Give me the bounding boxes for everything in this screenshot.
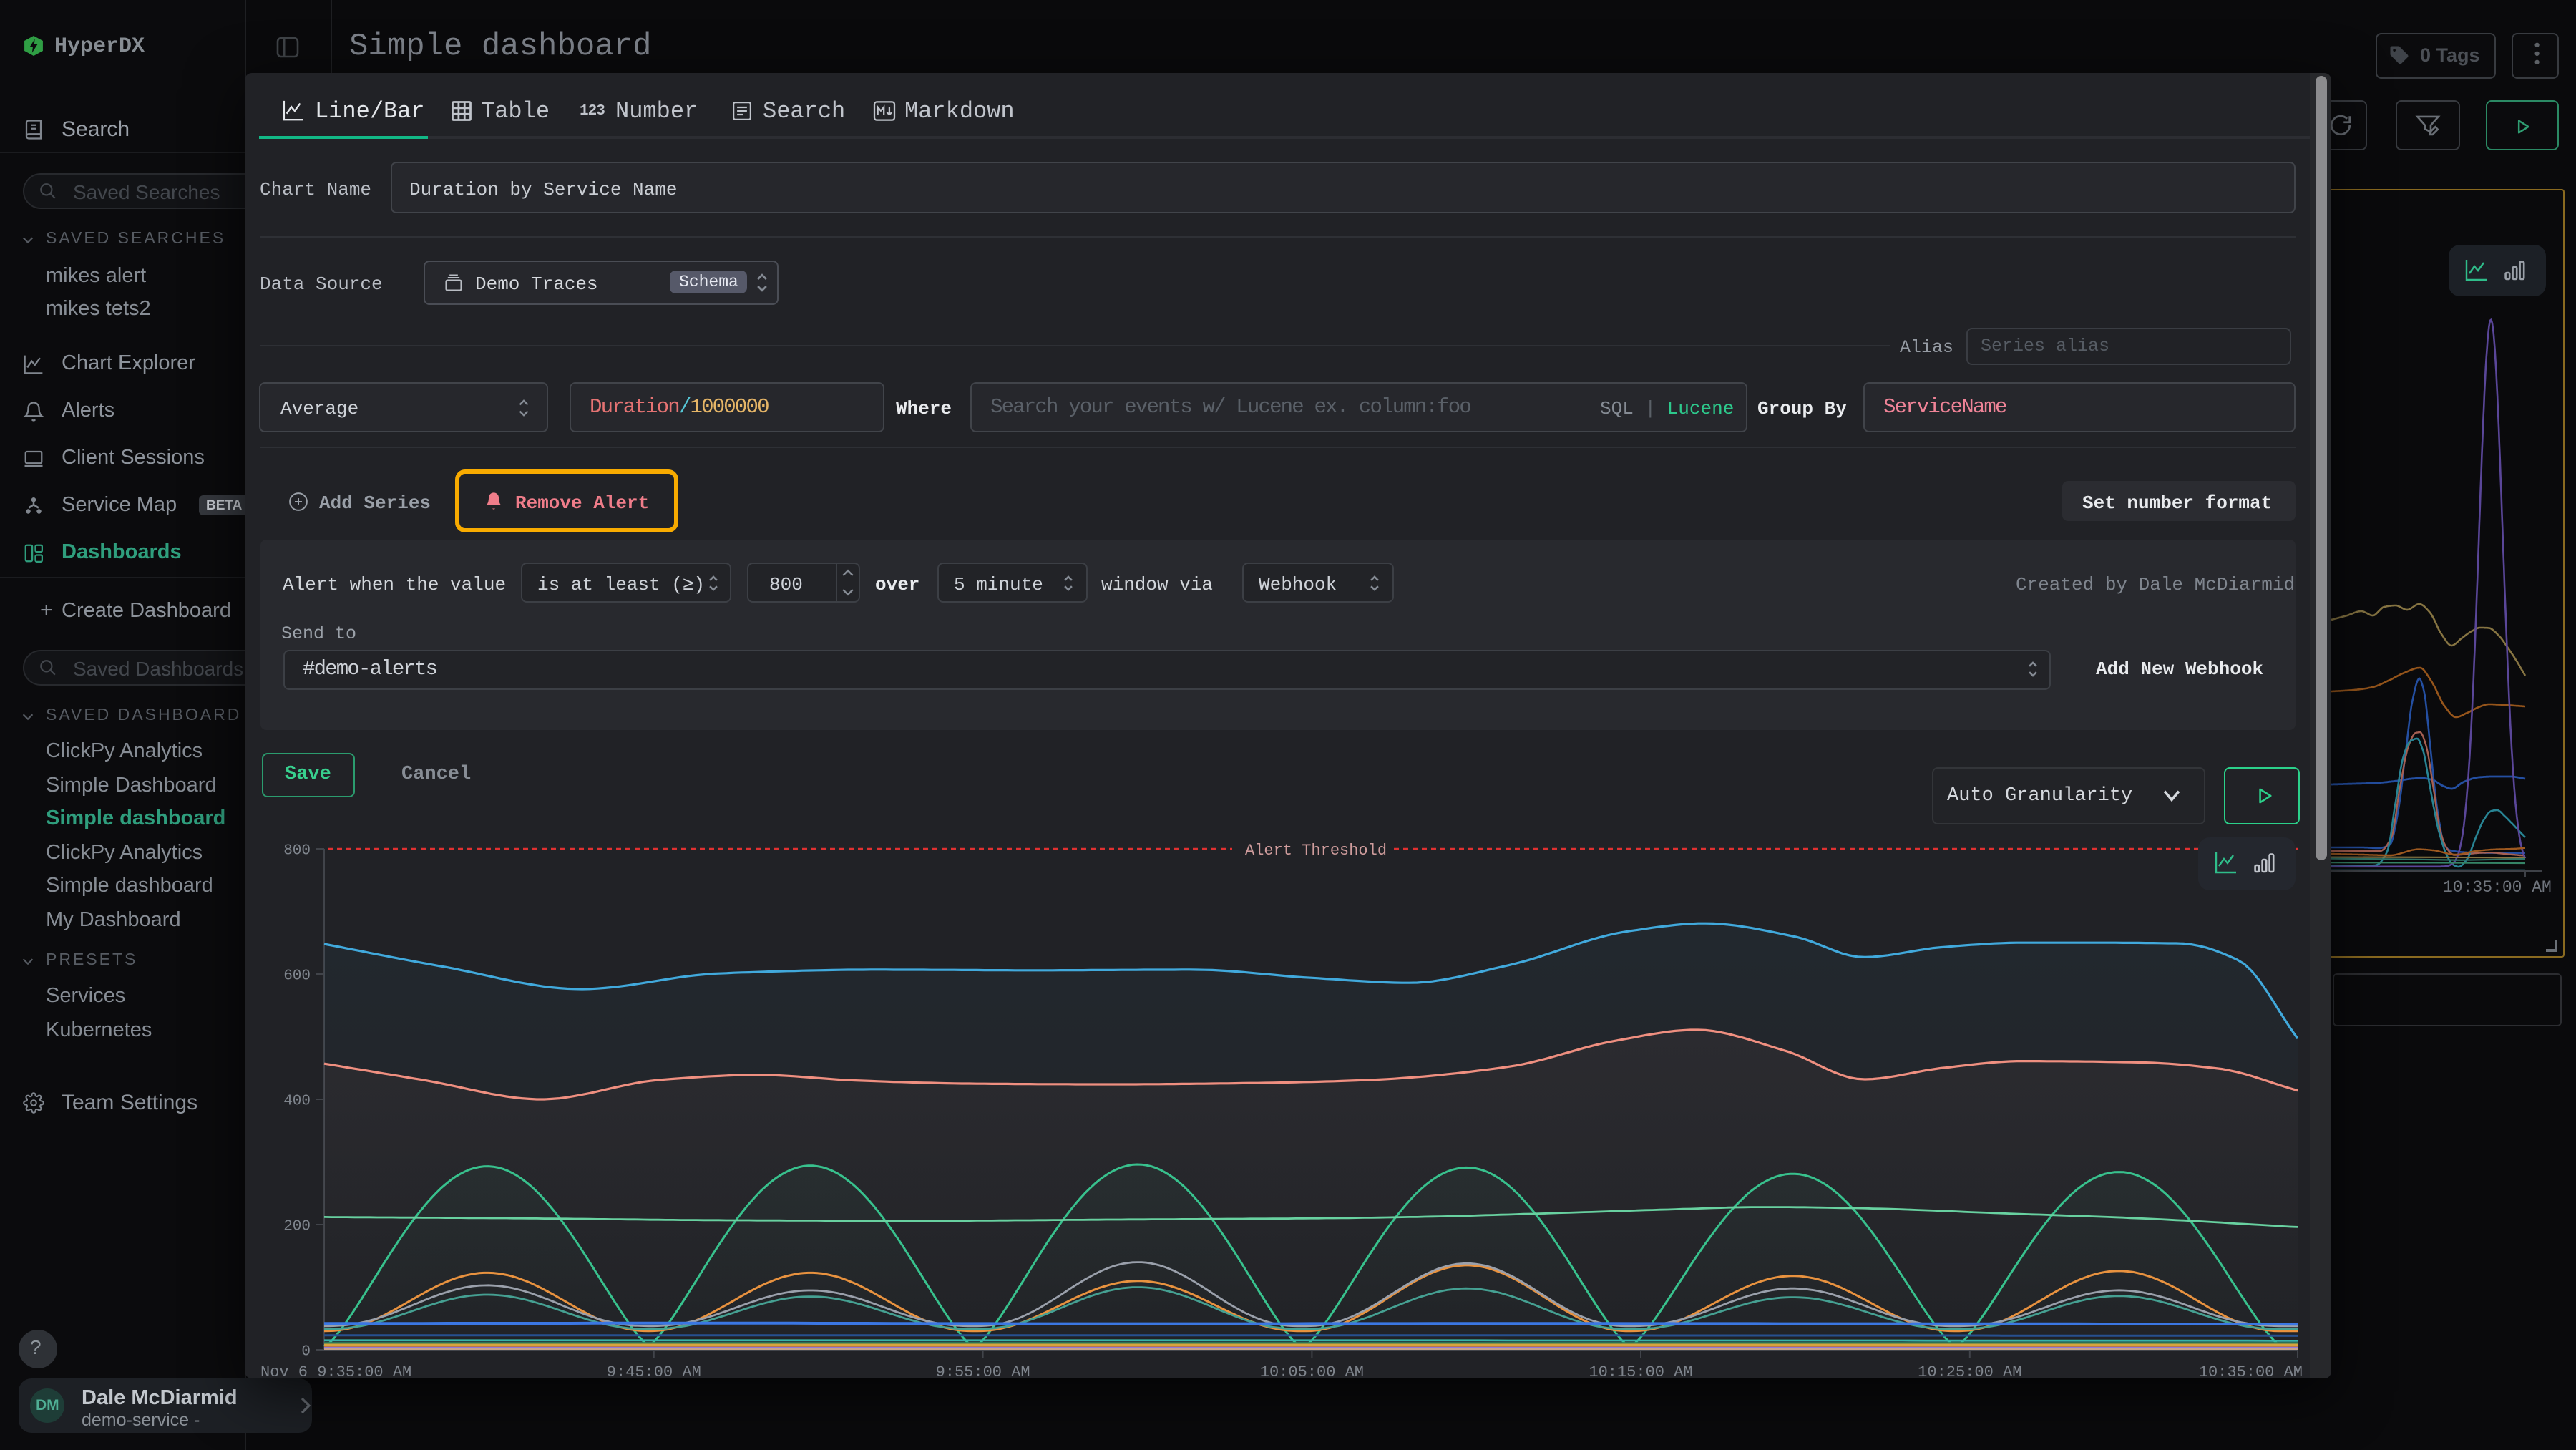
svg-text:9:55:00 AM: 9:55:00 AM	[936, 1363, 1030, 1381]
svg-text:10:15:00 AM: 10:15:00 AM	[1589, 1363, 1692, 1381]
svg-text:Alert Threshold: Alert Threshold	[1245, 842, 1387, 860]
svg-text:10:25:00 AM: 10:25:00 AM	[1918, 1363, 2021, 1381]
svg-text:10:35:00 AM: 10:35:00 AM	[2199, 1363, 2303, 1381]
svg-text:400: 400	[283, 1093, 311, 1109]
svg-text:Nov 6 9:35:00 AM: Nov 6 9:35:00 AM	[260, 1363, 411, 1381]
svg-text:600: 600	[283, 968, 311, 984]
svg-text:200: 200	[283, 1218, 311, 1235]
svg-text:9:45:00 AM: 9:45:00 AM	[607, 1363, 701, 1381]
svg-text:10:05:00 AM: 10:05:00 AM	[1260, 1363, 1364, 1381]
svg-text:0: 0	[301, 1343, 311, 1360]
svg-text:800: 800	[283, 842, 311, 859]
